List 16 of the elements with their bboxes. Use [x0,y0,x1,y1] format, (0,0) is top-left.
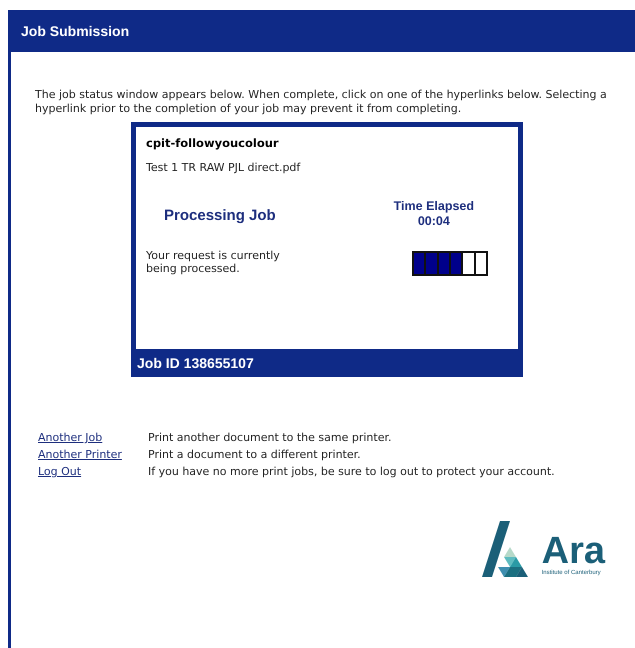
link-description: If you have no more print jobs, be sure to log out to protect your account. [148,464,556,479]
nav-link[interactable]: Another Job [38,430,148,445]
intro-text: The job status window appears below. When complete, click on one of the hyperlinks below. Selecting a hyperlink prior to the completion of your job may prevent it from completing. [35,88,608,116]
nav-link[interactable]: Another Printer [38,447,148,462]
document-name: Test 1 TR RAW PJL direct.pdf [146,160,302,176]
header-title: Job Submission [21,22,130,40]
nav-link[interactable]: Log Out [38,464,148,479]
logo-name: Ara [542,533,605,569]
link-description: Print a document to a different printer. [148,447,362,462]
link-description: Print another document to the same printer. [148,430,392,445]
printer-name: cpit-followyoucolour [146,135,280,152]
job-id: Job ID 138655107 [137,354,254,372]
status-message: Your request is currently being processed. [146,248,281,275]
elapsed-time: 00:04 [418,214,450,229]
elapsed-label: Time Elapsed [394,198,474,214]
status-heading: Processing Job [164,206,276,226]
